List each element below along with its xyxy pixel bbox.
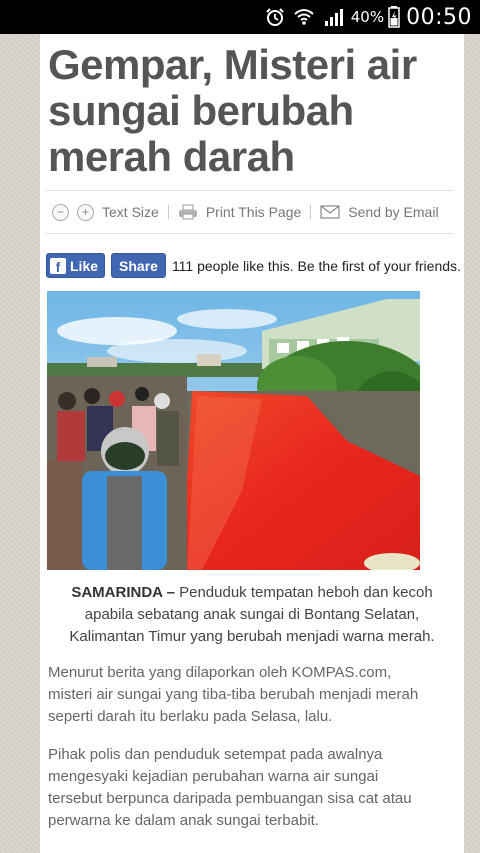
likes-count-text: 111 people like this. Be the first of yo… — [171, 257, 461, 274]
facebook-logo-icon: f — [50, 257, 66, 274]
alarm-icon — [265, 0, 285, 34]
battery-percent: 40% — [350, 8, 385, 26]
paragraph-line: tersebut berpunca daripada pembuangan si… — [48, 790, 412, 807]
facebook-share-button[interactable]: Share — [111, 253, 166, 278]
tool-separator — [167, 205, 169, 219]
send-email-link[interactable]: Send by Email — [348, 204, 438, 220]
article-paragraph: Pihak polis dan penduduk setempat pada a… — [48, 744, 458, 832]
facebook-social-bar: f Like Share 111 people like this. Be th… — [46, 253, 461, 278]
print-page-link[interactable]: Print This Page — [206, 204, 301, 220]
paragraph-line: misteri air sungai yang tiba-tiba beruba… — [48, 686, 419, 703]
paragraph-line: mengesyaki kejadian perubahan warna air … — [48, 768, 379, 785]
article-photo — [47, 291, 420, 570]
article-paragraph: Menurut berita yang dilaporkan oleh KOMP… — [48, 662, 458, 728]
caption-text: Kalimantan Timur yang berubah menjadi wa… — [69, 628, 435, 645]
tool-separator — [310, 205, 312, 219]
right-margin-background — [464, 34, 480, 853]
paragraph-line: seperti darah itu berlaku pada Selasa, l… — [48, 708, 333, 725]
title-line: sungai berubah — [48, 87, 354, 134]
left-margin-background — [0, 34, 40, 853]
article-page: Gempar, Misteri air sungai berubah merah… — [40, 34, 464, 853]
text-size-label: Text Size — [102, 204, 159, 220]
title-line: merah darah — [48, 133, 295, 180]
title-divider — [46, 190, 454, 191]
paragraph-line: Menurut berita yang dilaporkan oleh KOMP… — [48, 664, 392, 681]
wifi-icon — [293, 0, 315, 34]
like-label: Like — [70, 257, 99, 274]
article-title: Gempar, Misteri air sungai berubah merah… — [48, 42, 464, 180]
status-clock: 00:50 — [406, 4, 472, 30]
increase-text-size-button[interactable]: + — [77, 203, 94, 221]
signal-icon — [323, 0, 345, 34]
tools-divider — [46, 233, 454, 234]
caption-text: Penduduk tempatan heboh dan kecoh — [174, 584, 433, 601]
status-bar: 40% 00:50 — [0, 0, 480, 34]
title-line: Gempar, Misteri air — [48, 41, 417, 88]
email-icon[interactable] — [320, 205, 340, 219]
paragraph-line: Pihak polis dan penduduk setempat pada a… — [48, 746, 383, 763]
battery-icon — [388, 0, 400, 34]
photo-caption: SAMARINDA – Penduduk tempatan heboh dan … — [40, 582, 464, 648]
article-tools: − + Text Size Print This Page Send by Em… — [52, 197, 464, 227]
caption-location: SAMARINDA – — [71, 584, 175, 601]
facebook-like-button[interactable]: f Like — [46, 253, 106, 278]
decrease-text-size-button[interactable]: − — [52, 203, 69, 221]
printer-icon[interactable] — [178, 204, 198, 220]
caption-text: apabila sebatang anak sungai di Bontang … — [84, 606, 420, 623]
paragraph-line: perwarna ke dalam anak sungai terbabit. — [48, 812, 319, 829]
